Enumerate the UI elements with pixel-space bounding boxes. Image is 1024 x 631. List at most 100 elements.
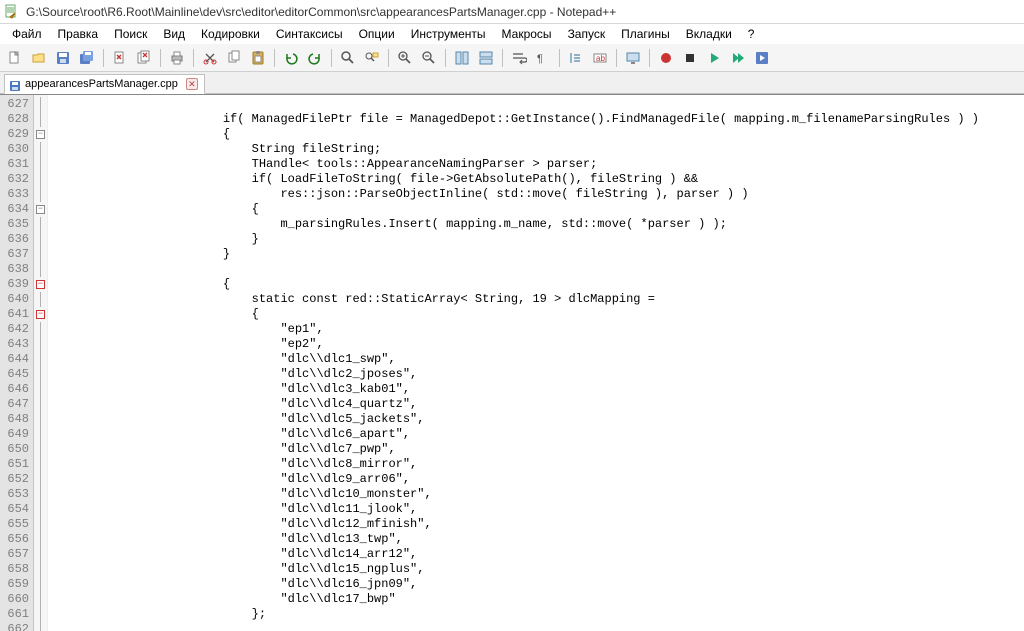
- toolbar-separator: [160, 49, 161, 67]
- close-all-icon[interactable]: [133, 47, 155, 69]
- indent-guide-icon[interactable]: [565, 47, 587, 69]
- code-line[interactable]: "dlc\\dlc15_ngplus",: [50, 562, 1024, 577]
- redo-icon[interactable]: [304, 47, 326, 69]
- menu-item[interactable]: Инструменты: [403, 25, 494, 43]
- new-file-icon[interactable]: [4, 47, 26, 69]
- code-line[interactable]: "dlc\\dlc6_apart",: [50, 427, 1024, 442]
- show-all-chars-icon[interactable]: ¶: [532, 47, 554, 69]
- code-line[interactable]: "ep1",: [50, 322, 1024, 337]
- open-file-icon[interactable]: [28, 47, 50, 69]
- menu-item[interactable]: Вкладки: [678, 25, 740, 43]
- fold-cell: [34, 562, 47, 577]
- code-line[interactable]: "dlc\\dlc3_kab01",: [50, 382, 1024, 397]
- code-line[interactable]: [50, 97, 1024, 112]
- menu-item[interactable]: Плагины: [613, 25, 678, 43]
- lang-icon[interactable]: ab: [589, 47, 611, 69]
- menu-item[interactable]: Опции: [351, 25, 403, 43]
- line-number: 654: [0, 502, 33, 517]
- sync-h-icon[interactable]: [475, 47, 497, 69]
- code-line[interactable]: [50, 622, 1024, 631]
- code-line[interactable]: "dlc\\dlc8_mirror",: [50, 457, 1024, 472]
- menu-item[interactable]: Файл: [4, 25, 50, 43]
- menu-item[interactable]: Кодировки: [193, 25, 268, 43]
- fold-toggle-icon[interactable]: −: [36, 205, 45, 214]
- code-line[interactable]: res::json::ParseObjectInline( std::move(…: [50, 187, 1024, 202]
- code-line[interactable]: {: [50, 307, 1024, 322]
- menu-item[interactable]: Вид: [155, 25, 193, 43]
- paste-icon[interactable]: [247, 47, 269, 69]
- print-icon[interactable]: [166, 47, 188, 69]
- line-number: 639: [0, 277, 33, 292]
- monitor-icon[interactable]: [622, 47, 644, 69]
- tab-close-button[interactable]: ✕: [186, 78, 198, 90]
- fold-guide: [40, 427, 41, 442]
- code-line[interactable]: {: [50, 277, 1024, 292]
- code-line[interactable]: {: [50, 202, 1024, 217]
- line-number: 645: [0, 367, 33, 382]
- code-line[interactable]: "dlc\\dlc9_arr06",: [50, 472, 1024, 487]
- code-line[interactable]: THandle< tools::AppearanceNamingParser >…: [50, 157, 1024, 172]
- zoom-out-icon[interactable]: [418, 47, 440, 69]
- code-line[interactable]: "dlc\\dlc12_mfinish",: [50, 517, 1024, 532]
- code-line[interactable]: if( LoadFileToString( file->GetAbsoluteP…: [50, 172, 1024, 187]
- code-line[interactable]: "dlc\\dlc10_monster",: [50, 487, 1024, 502]
- code-line[interactable]: }: [50, 232, 1024, 247]
- code-line[interactable]: "ep2",: [50, 337, 1024, 352]
- copy-icon[interactable]: [223, 47, 245, 69]
- code-line[interactable]: if( ManagedFilePtr file = ManagedDepot::…: [50, 112, 1024, 127]
- zoom-in-icon[interactable]: [394, 47, 416, 69]
- undo-icon[interactable]: [280, 47, 302, 69]
- code-line[interactable]: "dlc\\dlc5_jackets",: [50, 412, 1024, 427]
- toolbar: ¶ ab: [0, 44, 1024, 72]
- code-line[interactable]: "dlc\\dlc7_pwp",: [50, 442, 1024, 457]
- line-number: 659: [0, 577, 33, 592]
- menu-item[interactable]: Правка: [50, 25, 107, 43]
- fold-cell: −: [34, 277, 47, 292]
- code-line[interactable]: "dlc\\dlc4_quartz",: [50, 397, 1024, 412]
- menu-item[interactable]: ?: [740, 25, 763, 43]
- record-macro-icon[interactable]: [655, 47, 677, 69]
- code-line[interactable]: static const red::StaticArray< String, 1…: [50, 292, 1024, 307]
- save-icon[interactable]: [52, 47, 74, 69]
- code-area[interactable]: if( ManagedFilePtr file = ManagedDepot::…: [48, 95, 1024, 631]
- code-line[interactable]: {: [50, 127, 1024, 142]
- code-line[interactable]: };: [50, 607, 1024, 622]
- close-icon[interactable]: [109, 47, 131, 69]
- window-title: G:\Source\root\R6.Root\Mainline\dev\src\…: [26, 5, 616, 19]
- menu-item[interactable]: Поиск: [106, 25, 155, 43]
- menu-item[interactable]: Макросы: [494, 25, 560, 43]
- wrap-icon[interactable]: [508, 47, 530, 69]
- sync-v-icon[interactable]: [451, 47, 473, 69]
- code-line[interactable]: "dlc\\dlc17_bwp": [50, 592, 1024, 607]
- toolbar-separator: [616, 49, 617, 67]
- play-multi-icon[interactable]: [727, 47, 749, 69]
- code-line[interactable]: "dlc\\dlc1_swp",: [50, 352, 1024, 367]
- fold-toggle-icon[interactable]: −: [36, 310, 45, 319]
- file-tab-label: appearancesPartsManager.cpp: [25, 78, 178, 90]
- fold-toggle-icon[interactable]: −: [36, 280, 45, 289]
- code-line[interactable]: }: [50, 247, 1024, 262]
- code-line[interactable]: m_parsingRules.Insert( mapping.m_name, s…: [50, 217, 1024, 232]
- code-line[interactable]: "dlc\\dlc2_jposes",: [50, 367, 1024, 382]
- code-line[interactable]: "dlc\\dlc14_arr12",: [50, 547, 1024, 562]
- toolbar-separator: [559, 49, 560, 67]
- line-number: 636: [0, 232, 33, 247]
- file-tab-active[interactable]: appearancesPartsManager.cpp ✕: [4, 74, 205, 94]
- code-line[interactable]: "dlc\\dlc11_jlook",: [50, 502, 1024, 517]
- save-macro-icon[interactable]: [751, 47, 773, 69]
- find-icon[interactable]: [337, 47, 359, 69]
- save-all-icon[interactable]: [76, 47, 98, 69]
- fold-guide: [40, 472, 41, 487]
- play-macro-icon[interactable]: [703, 47, 725, 69]
- stop-macro-icon[interactable]: [679, 47, 701, 69]
- code-line[interactable]: "dlc\\dlc16_jpn09",: [50, 577, 1024, 592]
- code-line[interactable]: "dlc\\dlc13_twp",: [50, 532, 1024, 547]
- menu-item[interactable]: Синтаксисы: [268, 25, 351, 43]
- code-line[interactable]: String fileString;: [50, 142, 1024, 157]
- code-line[interactable]: [50, 262, 1024, 277]
- menu-item[interactable]: Запуск: [560, 25, 614, 43]
- cut-icon[interactable]: [199, 47, 221, 69]
- fold-guide: [40, 547, 41, 562]
- replace-icon[interactable]: [361, 47, 383, 69]
- fold-toggle-icon[interactable]: −: [36, 130, 45, 139]
